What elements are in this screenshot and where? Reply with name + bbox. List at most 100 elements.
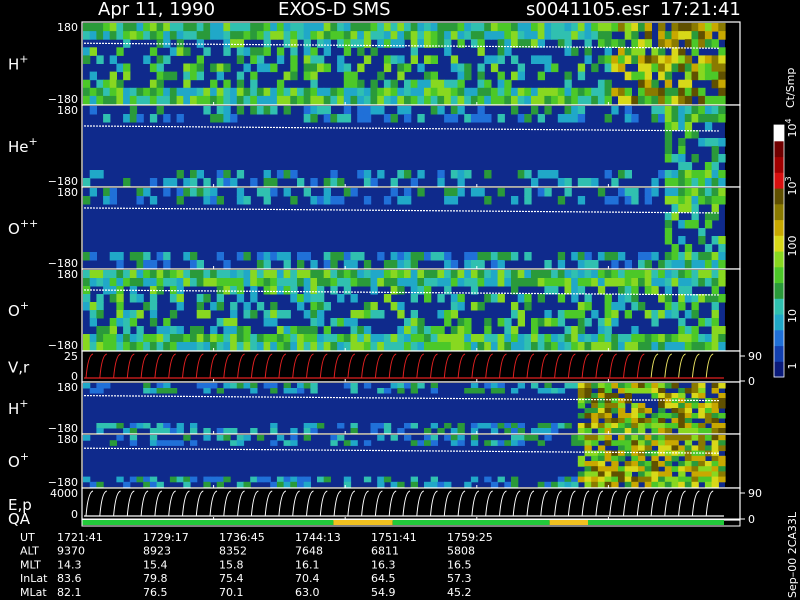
spectrogram-cell bbox=[597, 435, 606, 441]
spectrogram-cell bbox=[410, 326, 418, 335]
spectrogram-cell bbox=[577, 398, 586, 404]
spectrogram-cell bbox=[704, 122, 713, 131]
colorbar-swatch bbox=[774, 219, 784, 236]
spectrogram-cell bbox=[484, 423, 492, 429]
spectrogram-cell bbox=[571, 440, 579, 446]
spectrogram-cell bbox=[283, 342, 291, 351]
spectrogram-cell bbox=[196, 342, 204, 351]
spectrogram-cell bbox=[531, 31, 539, 40]
spectrogram-cell bbox=[317, 39, 325, 48]
spectrogram-cell bbox=[631, 342, 639, 351]
spectrogram-cell bbox=[390, 39, 398, 48]
spectrogram-cell bbox=[450, 55, 459, 64]
spectrogram-cell bbox=[196, 278, 204, 287]
spectrogram-cell bbox=[450, 278, 459, 287]
spectrogram-cell bbox=[196, 383, 204, 389]
spectrogram-cell bbox=[290, 342, 298, 351]
spectrogram-cell bbox=[103, 23, 111, 32]
spectrogram-cell bbox=[664, 31, 673, 40]
right-tick-label: 90 bbox=[748, 487, 762, 500]
spectrogram-cell bbox=[604, 334, 612, 343]
spectrogram-cell bbox=[457, 294, 465, 303]
spectrogram-cell bbox=[297, 87, 305, 97]
spectrogram-cell bbox=[497, 55, 505, 64]
spectrogram-cell bbox=[691, 23, 699, 32]
spectrogram-cell bbox=[584, 302, 592, 311]
spectrogram-cell bbox=[290, 481, 298, 488]
spectrogram-cell bbox=[678, 481, 686, 488]
spectrogram-cell bbox=[698, 114, 706, 123]
spectrogram-cell bbox=[303, 31, 311, 40]
spectrogram-cell bbox=[210, 188, 218, 197]
spectrogram-cell bbox=[684, 188, 693, 197]
spectrogram-cell bbox=[638, 461, 646, 467]
y-tick-label: 0 bbox=[71, 508, 78, 521]
spectrogram-cell bbox=[343, 383, 352, 389]
spectrogram-cell bbox=[397, 326, 405, 335]
spectrogram-cell bbox=[330, 170, 338, 179]
spectrogram-cell bbox=[377, 435, 385, 441]
spectrogram-cell bbox=[116, 334, 124, 343]
spectrogram-cell bbox=[564, 188, 572, 197]
spectrogram-cell bbox=[383, 55, 392, 64]
spectrogram-cell bbox=[584, 87, 592, 97]
spectrogram-cell bbox=[143, 87, 151, 97]
spectrogram-cell bbox=[704, 138, 713, 147]
spectrogram-cell bbox=[711, 461, 719, 467]
spectrogram-cell bbox=[337, 342, 345, 351]
spectrogram-cell bbox=[678, 188, 686, 197]
spectrogram-cell bbox=[424, 334, 432, 343]
spectrogram-cell bbox=[671, 260, 679, 269]
spectrogram-cell bbox=[116, 63, 124, 73]
spectrogram-cell bbox=[624, 450, 632, 457]
spectrogram-cell bbox=[243, 435, 251, 441]
spectrogram-cell bbox=[571, 114, 579, 123]
spectrogram-cell bbox=[658, 23, 666, 32]
spectrogram-cell bbox=[711, 423, 719, 429]
spectrogram-cell bbox=[571, 334, 579, 343]
y-tick-label: 180 bbox=[57, 104, 78, 117]
spectrogram-cell bbox=[644, 270, 652, 279]
spectrogram-cell bbox=[236, 39, 245, 48]
spectrogram-cell bbox=[123, 334, 131, 343]
spectrogram-cell bbox=[618, 440, 626, 446]
spectrogram-cell bbox=[604, 318, 612, 327]
spectrogram-cell bbox=[437, 310, 445, 319]
ephemeris-label: ALT bbox=[20, 545, 39, 558]
spectrogram-cell bbox=[624, 383, 632, 389]
spectrogram-cell bbox=[631, 408, 639, 414]
spectrogram-cell bbox=[343, 286, 352, 295]
spectrogram-cell bbox=[163, 388, 171, 394]
spectrogram-cell bbox=[89, 23, 97, 32]
spectrogram-cell bbox=[470, 114, 479, 123]
spectrogram-cell bbox=[604, 114, 612, 123]
spectrogram-cell bbox=[196, 31, 204, 40]
spectrogram-cell bbox=[678, 47, 686, 56]
spectrogram-cell bbox=[504, 481, 512, 488]
spectrogram-cell bbox=[437, 106, 445, 115]
spectrogram-cell bbox=[718, 244, 726, 253]
spectrogram-cell bbox=[256, 476, 265, 483]
spectrogram-cell bbox=[704, 188, 713, 197]
spectrogram-cell bbox=[410, 278, 418, 287]
spectrogram-cell bbox=[638, 79, 646, 89]
spectrogram-cell bbox=[678, 170, 686, 179]
spectrogram-cell bbox=[577, 95, 586, 105]
spectrogram-cell bbox=[718, 342, 726, 351]
spectrogram-cell bbox=[444, 435, 452, 441]
spectrogram-cell bbox=[203, 428, 211, 434]
spectrogram-cell bbox=[343, 318, 352, 327]
spectrogram-cell bbox=[691, 342, 699, 351]
spectrogram-cell bbox=[203, 95, 211, 105]
spectrogram-cell bbox=[83, 302, 91, 311]
spectrogram-cell bbox=[678, 388, 686, 394]
spectrogram-cell bbox=[584, 398, 592, 404]
spectrogram-cell bbox=[149, 318, 158, 327]
spectrogram-cell bbox=[203, 47, 211, 56]
spectrogram-cell bbox=[236, 23, 245, 32]
spectrogram-cell bbox=[163, 334, 171, 343]
spectrogram-cell bbox=[156, 87, 164, 97]
spectrogram-cell bbox=[143, 55, 151, 64]
spectrogram-cell bbox=[511, 435, 519, 441]
spectrogram-cell bbox=[644, 39, 652, 48]
